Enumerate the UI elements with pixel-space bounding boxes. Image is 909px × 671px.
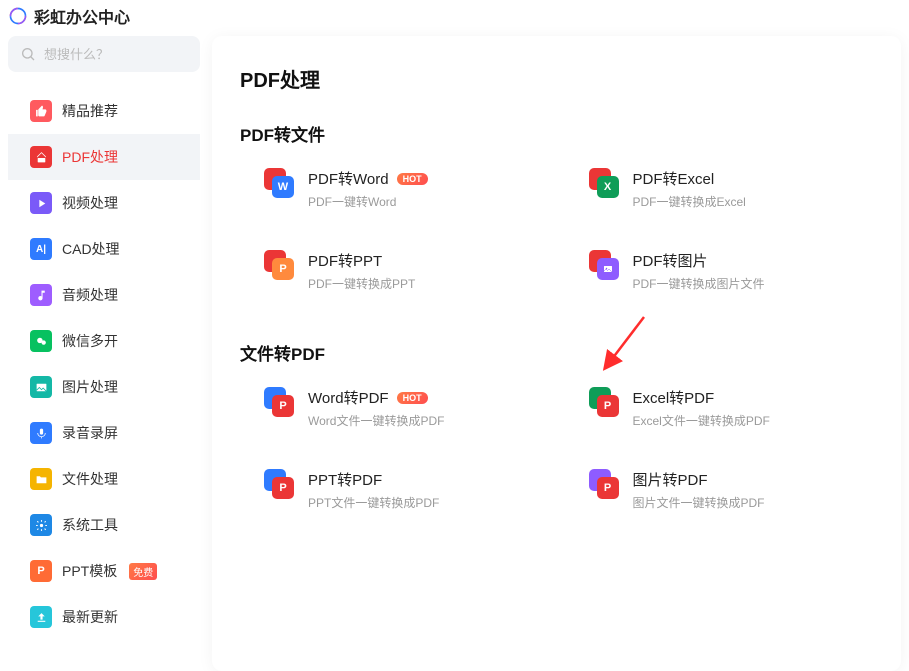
sidebar-item-label: 视频处理 (62, 193, 118, 213)
tool-card[interactable]: P PPT转PDF PPT文件一键转换成PDF (264, 469, 549, 511)
tool-card[interactable]: P PDF转PPT PDF一键转换成PPT (264, 250, 549, 292)
section-title: PDF转文件 (240, 121, 873, 146)
tool-title: PDF转Excel (633, 168, 715, 189)
tool-desc: PDF一键转Word (308, 193, 428, 210)
sidebar-item-label: 微信多开 (62, 331, 118, 351)
tool-icon: P (264, 469, 294, 499)
wechat-icon (30, 330, 52, 352)
tool-desc: PDF一键转换成PPT (308, 275, 415, 292)
tool-desc: PDF一键转换成图片文件 (633, 275, 765, 292)
tool-icon: P (589, 387, 619, 417)
sidebar: 精品推荐 PDF处理视频处理 A| CAD处理音频处理微信多开图片处理录音录屏文件处理… (8, 36, 200, 671)
mic-icon (30, 422, 52, 444)
ppt-icon: P (30, 560, 52, 582)
sidebar-item-label: 系统工具 (62, 515, 118, 535)
sidebar-item-0[interactable]: 精品推荐 (8, 88, 200, 134)
tool-card[interactable]: W PDF转Word HOT PDF一键转Word (264, 168, 549, 210)
tool-icon: P (264, 250, 294, 280)
tool-card[interactable]: P Word转PDF HOT Word文件一键转换成PDF (264, 387, 549, 429)
sidebar-item-11[interactable]: 最新更新 (8, 594, 200, 640)
tool-title: Word转PDF (308, 387, 389, 408)
search-icon (20, 46, 36, 62)
tool-title: PDF转PPT (308, 250, 382, 271)
search-input[interactable] (44, 47, 220, 62)
app-title: 彩虹办公中心 (34, 4, 130, 28)
sidebar-item-9[interactable]: 系统工具 (8, 502, 200, 548)
tool-card[interactable]: PDF转图片 PDF一键转换成图片文件 (589, 250, 874, 292)
section-title: 文件转PDF (240, 340, 873, 365)
folder-icon (30, 468, 52, 490)
pdf-icon (30, 146, 52, 168)
hot-badge: HOT (397, 173, 428, 185)
cad-icon: A| (30, 238, 52, 260)
sidebar-item-label: PPT模板 (62, 561, 117, 581)
sidebar-item-2[interactable]: 视频处理 (8, 180, 200, 226)
sidebar-item-6[interactable]: 图片处理 (8, 364, 200, 410)
tool-card[interactable]: X PDF转Excel PDF一键转换成Excel (589, 168, 874, 210)
tool-icon: X (589, 168, 619, 198)
play-icon (30, 192, 52, 214)
sidebar-item-label: 音频处理 (62, 285, 118, 305)
tool-card[interactable]: P Excel转PDF Excel文件一键转换成PDF (589, 387, 874, 429)
sidebar-item-label: 录音录屏 (62, 423, 118, 443)
sidebar-item-label: PDF处理 (62, 147, 118, 167)
sidebar-item-7[interactable]: 录音录屏 (8, 410, 200, 456)
sidebar-item-label: 精品推荐 (62, 101, 118, 121)
tool-title: PDF转图片 (633, 250, 708, 271)
free-badge: 免费 (129, 563, 157, 580)
image-icon (30, 376, 52, 398)
sidebar-item-5[interactable]: 微信多开 (8, 318, 200, 364)
tool-desc: Word文件一键转换成PDF (308, 412, 444, 429)
sidebar-item-label: 最新更新 (62, 607, 118, 627)
thumb-icon (30, 100, 52, 122)
tool-desc: 图片文件一键转换成PDF (633, 494, 765, 511)
sidebar-item-label: 文件处理 (62, 469, 118, 489)
search-box[interactable] (8, 36, 200, 72)
upload-icon (30, 606, 52, 628)
sidebar-item-1[interactable]: PDF处理 (8, 134, 200, 180)
page-title: PDF处理 (240, 64, 873, 93)
main-panel: PDF处理 PDF转文件 W PDF转Word HOT PDF一键转Word X PDF转E… (212, 36, 901, 671)
tool-desc: PDF一键转换成Excel (633, 193, 746, 210)
sidebar-item-label: CAD处理 (62, 239, 120, 259)
tool-title: PPT转PDF (308, 469, 382, 490)
tool-title: 图片转PDF (633, 469, 708, 490)
tool-icon: P (589, 469, 619, 499)
tool-icon: W (264, 168, 294, 198)
tool-title: Excel转PDF (633, 387, 715, 408)
tool-card[interactable]: P 图片转PDF 图片文件一键转换成PDF (589, 469, 874, 511)
sidebar-item-3[interactable]: A| CAD处理 (8, 226, 200, 272)
app-header: 彩虹办公中心 (0, 0, 909, 36)
tool-title: PDF转Word (308, 168, 389, 189)
music-icon (30, 284, 52, 306)
tool-icon: P (264, 387, 294, 417)
sidebar-item-8[interactable]: 文件处理 (8, 456, 200, 502)
tool-desc: PPT文件一键转换成PDF (308, 494, 439, 511)
tool-desc: Excel文件一键转换成PDF (633, 412, 770, 429)
sidebar-item-label: 图片处理 (62, 377, 118, 397)
hot-badge: HOT (397, 392, 428, 404)
gear-icon (30, 514, 52, 536)
tool-icon (589, 250, 619, 280)
app-logo-icon (8, 6, 28, 26)
sidebar-item-4[interactable]: 音频处理 (8, 272, 200, 318)
sidebar-item-10[interactable]: P PPT模板免费 (8, 548, 200, 594)
